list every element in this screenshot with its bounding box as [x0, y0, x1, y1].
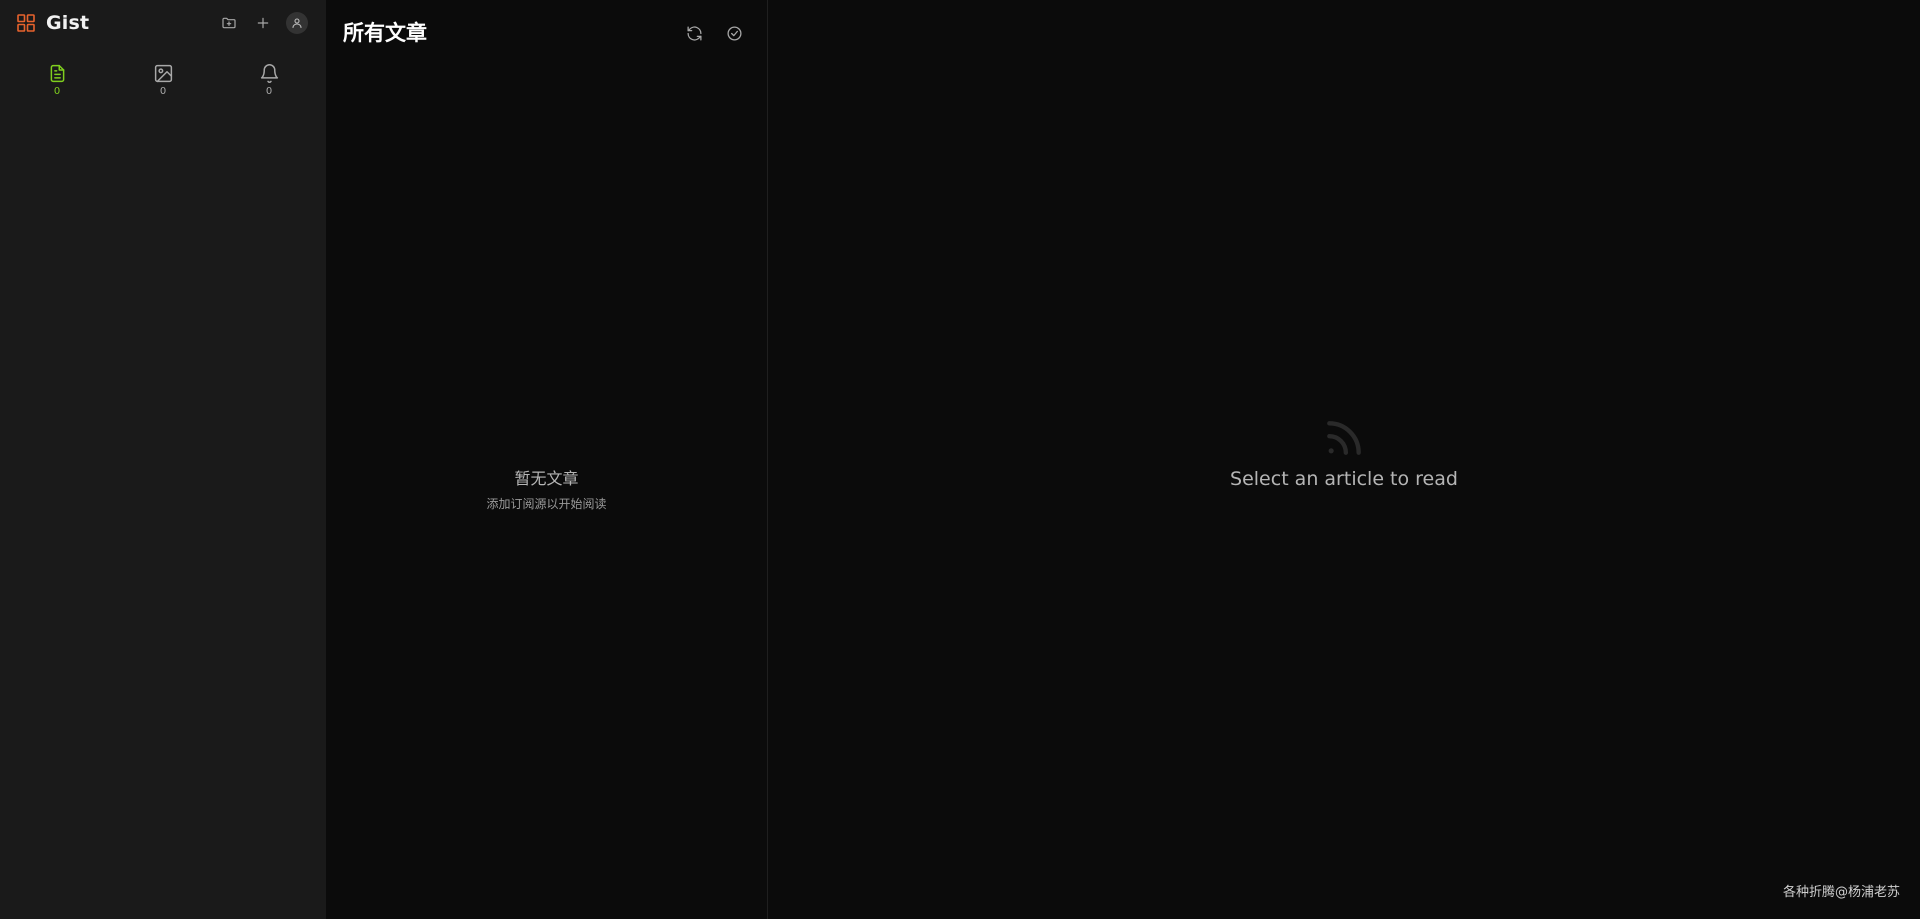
sidebar-header: Gist: [0, 0, 326, 46]
user-avatar-button[interactable]: [286, 12, 308, 34]
bell-icon: [260, 64, 278, 83]
stat-articles-count: 0: [53, 86, 61, 97]
article-list-panel: 所有文章 暂无文章 添加订阅源以开始阅读: [326, 0, 768, 919]
folder-plus-icon: [222, 17, 236, 29]
sidebar-header-actions: [218, 12, 308, 34]
page-title: 所有文章: [343, 21, 427, 45]
add-folder-button[interactable]: [218, 12, 240, 34]
app-root: Gist 0 0 0 所有文章 暂无文章 添加订阅源以开始阅读 Select a…: [0, 0, 1920, 919]
empty-state: 暂无文章 添加订阅源以开始阅读: [326, 468, 767, 512]
empty-state-title: 暂无文章: [514, 469, 579, 488]
user-avatar-icon: [292, 18, 302, 29]
grid-logo-icon: [17, 14, 35, 32]
article-icon: [50, 64, 64, 83]
refresh-icon: [686, 25, 702, 41]
article-list-header: 所有文章: [326, 0, 767, 64]
brand[interactable]: Gist: [16, 12, 89, 34]
sidebar: Gist 0 0 0: [0, 0, 326, 919]
app-name: Gist: [46, 12, 90, 34]
reader-placeholder-text: Select an article to read: [1230, 468, 1458, 490]
watermark: 各种折腾@杨浦老苏: [1782, 885, 1900, 900]
stat-notifications-count: 0: [265, 86, 273, 97]
stat-images-count: 0: [159, 86, 167, 97]
mark-all-read-icon: [726, 25, 742, 41]
stat-articles[interactable]: 0: [4, 63, 110, 98]
rss-icon: [1327, 421, 1361, 455]
plus-icon: [257, 17, 269, 29]
stat-notifications[interactable]: 0: [216, 63, 322, 98]
empty-state-subtitle: 添加订阅源以开始阅读: [486, 497, 607, 511]
content-type-stats: 0 0 0: [0, 63, 326, 98]
stat-images[interactable]: 0: [110, 63, 216, 98]
article-list-actions: [683, 22, 745, 44]
add-feed-button[interactable]: [252, 12, 274, 34]
refresh-button[interactable]: [683, 22, 705, 44]
image-icon: [154, 64, 172, 83]
mark-all-read-button[interactable]: [723, 22, 745, 44]
reader-panel: Select an article to read 各种折腾@杨浦老苏: [768, 0, 1920, 919]
reader-placeholder: Select an article to read: [768, 416, 1920, 490]
